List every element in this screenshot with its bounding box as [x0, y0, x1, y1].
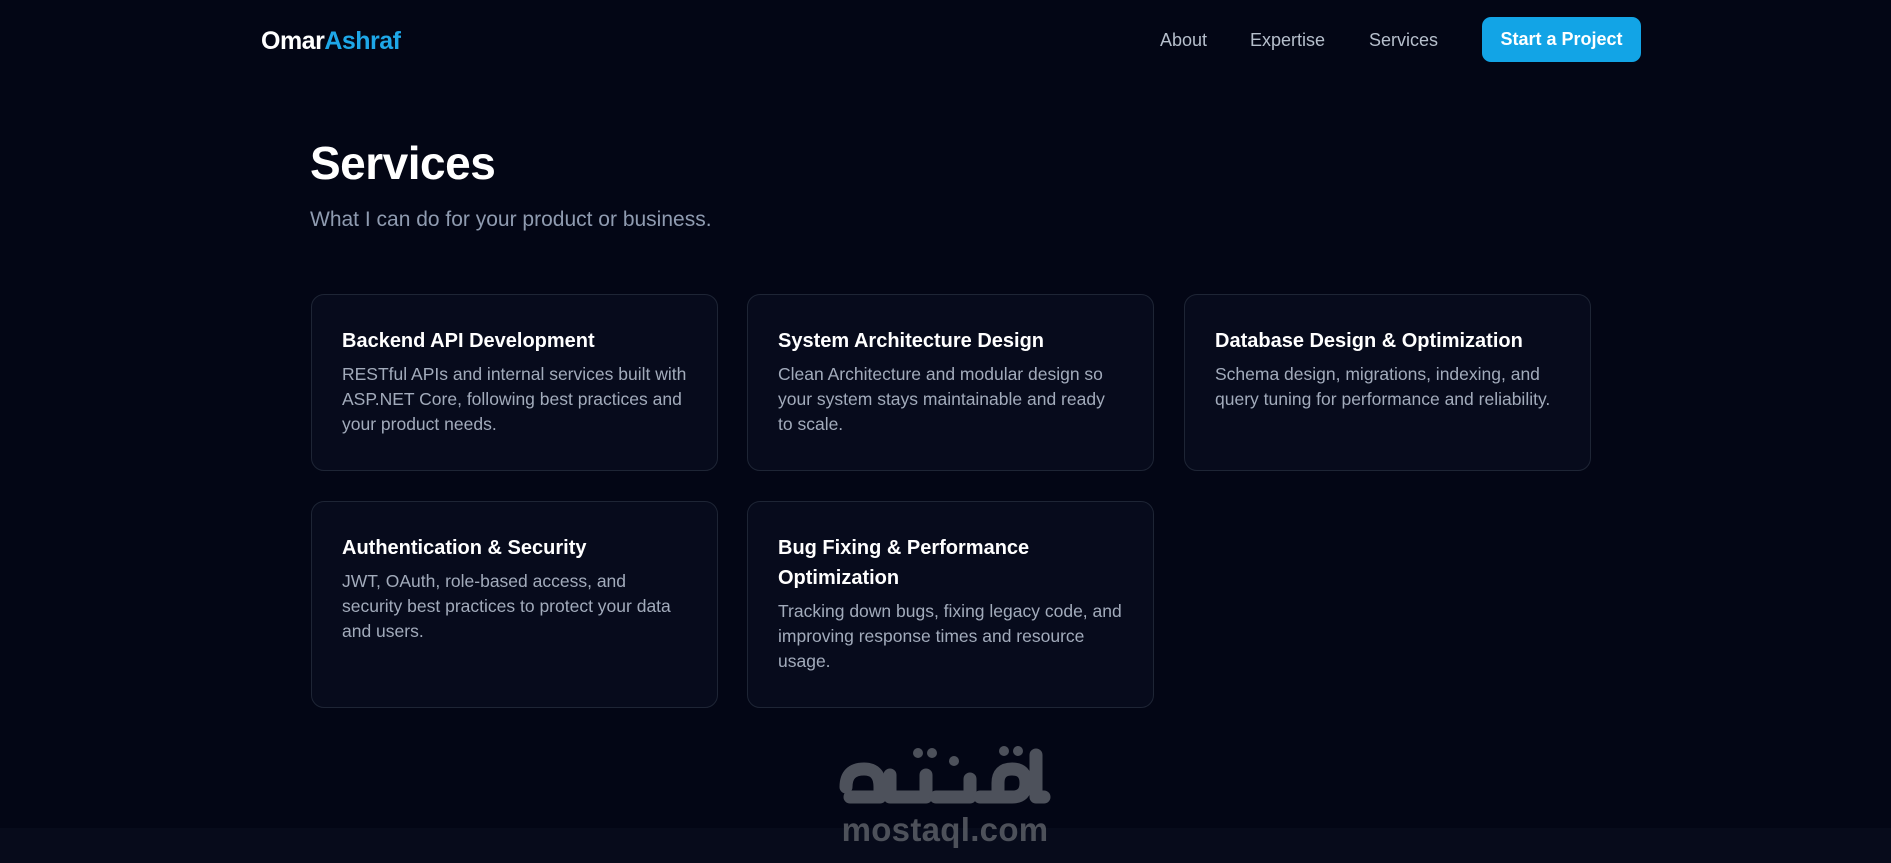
service-card-title: System Architecture Design	[778, 330, 1045, 352]
service-card-title: Authentication & Security	[342, 537, 587, 559]
watermark-text: mostaql.com	[841, 811, 1049, 848]
site-header: OmarAshraf About Expertise Services Star…	[0, 0, 1891, 80]
section-subtitle: What I can do for your product or busine…	[310, 208, 712, 231]
mostaql-watermark: mostaql.com	[820, 735, 1070, 850]
service-card-auth-security: Authentication & Security JWT, OAuth, ro…	[311, 501, 718, 708]
service-card-system-architecture: System Architecture Design Clean Archite…	[747, 294, 1154, 471]
mostaql-logo-icon	[839, 746, 1051, 804]
page: OmarAshraf About Expertise Services Star…	[0, 0, 1891, 863]
service-card-title: Database Design & Optimization	[1215, 330, 1523, 352]
service-card-title: Bug Fixing & Performance Optimization	[778, 537, 1030, 589]
nav-expertise[interactable]: Expertise	[1250, 27, 1325, 53]
service-card-description: RESTful APIs and internal services built…	[342, 364, 687, 434]
service-card-description: JWT, OAuth, role-based access, and secur…	[342, 571, 671, 641]
service-card-description: Clean Architecture and modular design so…	[778, 364, 1105, 434]
service-card-description: Tracking down bugs, fixing legacy code, …	[778, 601, 1122, 671]
section-title: Services	[310, 137, 496, 189]
service-card-title: Backend API Development	[342, 330, 595, 352]
service-card-database: Database Design & Optimization Schema de…	[1184, 294, 1591, 471]
service-card-backend-api: Backend API Development RESTful APIs and…	[311, 294, 718, 471]
nav-services[interactable]: Services	[1369, 27, 1438, 53]
start-project-button[interactable]: Start a Project	[1482, 17, 1641, 62]
service-card-bug-fixing: Bug Fixing & Performance Optimization Tr…	[747, 501, 1154, 708]
nav-about[interactable]: About	[1160, 27, 1207, 53]
service-card-description: Schema design, migrations, indexing, and…	[1215, 364, 1551, 409]
